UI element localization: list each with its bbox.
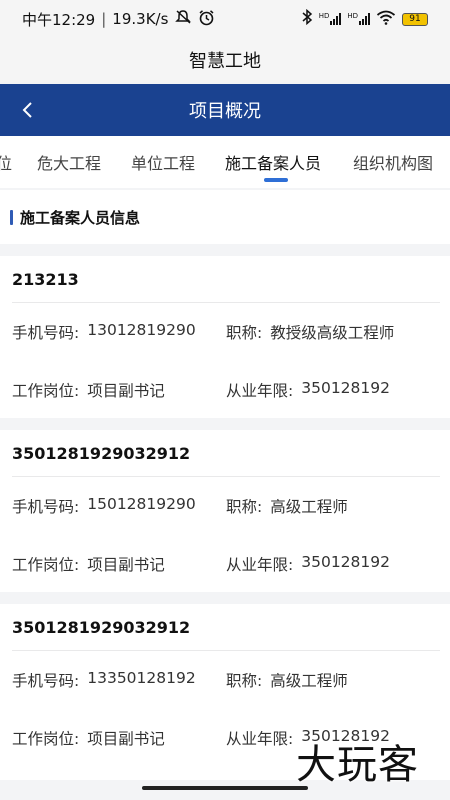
position-value: 项目副书记 [87, 730, 165, 748]
battery-icon: 91 [402, 12, 428, 26]
status-bar: 中午12:29 | 19.3K/s HD HD 91 [0, 0, 450, 38]
nav-bar: 项目概况 [0, 84, 450, 136]
section-header: 施工备案人员信息 [0, 190, 450, 244]
years-label: 从业年限: [226, 730, 294, 748]
personnel-card[interactable]: 213213 手机号码: 13012819290 职称: 教授级高级工程师 工作岗位… [0, 256, 450, 418]
chevron-left-icon[interactable] [14, 96, 42, 124]
position-label: 工作岗位: [12, 382, 80, 400]
tab-unit-works[interactable]: 单位工程 [131, 150, 195, 174]
hd-signal-icon-2: HD [347, 13, 370, 25]
phone-value: 15012819290 [87, 495, 196, 513]
active-tab-indicator [264, 178, 288, 182]
mute-icon [174, 9, 192, 29]
hd-signal-icon: HD [319, 13, 342, 25]
wifi-icon [376, 10, 396, 29]
section-marker [10, 209, 13, 225]
tab-partial[interactable]: 位 [0, 150, 12, 174]
status-separator: | [101, 10, 107, 28]
phone-label: 手机号码: [12, 324, 80, 342]
alarm-icon [198, 9, 215, 30]
bluetooth-icon [301, 8, 313, 29]
watermark-logo: 大玩客 [296, 742, 419, 788]
info-row: 手机号码: 13012819290 职称: 教授级高级工程师 [0, 303, 450, 361]
tab-bar: 位 危大工程 单位工程 施工备案人员 组织机构图 [0, 136, 450, 188]
info-row: 手机号码: 15012819290 职称: 高级工程师 [0, 477, 450, 535]
home-indicator[interactable] [142, 786, 308, 790]
info-row: 工作岗位: 项目副书记 从业年限: 350128192 [0, 361, 450, 419]
personnel-name: 213213 [12, 269, 79, 289]
title-label: 职称: [226, 324, 263, 342]
personnel-name: 3501281929032912 [12, 617, 191, 637]
info-row: 手机号码: 13350128192 职称: 高级工程师 [0, 651, 450, 709]
years-label: 从业年限: [226, 556, 294, 574]
years-label: 从业年限: [226, 382, 294, 400]
years-value: 350128192 [301, 553, 390, 571]
phone-label: 手机号码: [12, 672, 80, 690]
years-value: 350128192 [301, 379, 390, 397]
section-title: 施工备案人员信息 [20, 208, 141, 227]
title-value: 教授级高级工程师 [270, 324, 395, 342]
title-value: 高级工程师 [270, 672, 348, 690]
title-value: 高级工程师 [270, 498, 348, 516]
tab-construction-personnel[interactable]: 施工备案人员 [225, 150, 321, 174]
tab-org-chart[interactable]: 组织机构图 [353, 150, 433, 174]
position-label: 工作岗位: [12, 730, 80, 748]
position-value: 项目副书记 [87, 382, 165, 400]
info-row: 工作岗位: 项目副书记 从业年限: 350128192 [0, 535, 450, 593]
tab-major-hazard-works[interactable]: 危大工程 [37, 150, 101, 174]
phone-label: 手机号码: [12, 498, 80, 516]
status-time: 中午12:29 [22, 10, 96, 29]
position-value: 项目副书记 [87, 556, 165, 574]
app-title: 智慧工地 [189, 51, 261, 72]
phone-value: 13012819290 [87, 321, 196, 339]
title-label: 职称: [226, 672, 263, 690]
personnel-name: 3501281929032912 [12, 443, 191, 463]
app-title-bar: 智慧工地 [0, 38, 450, 82]
personnel-card[interactable]: 3501281929032912 手机号码: 15012819290 职称: 高级工… [0, 430, 450, 592]
position-label: 工作岗位: [12, 556, 80, 574]
page-title: 项目概况 [189, 101, 261, 122]
phone-value: 13350128192 [87, 669, 196, 687]
network-speed: 19.3K/s [112, 10, 169, 28]
title-label: 职称: [226, 498, 263, 516]
